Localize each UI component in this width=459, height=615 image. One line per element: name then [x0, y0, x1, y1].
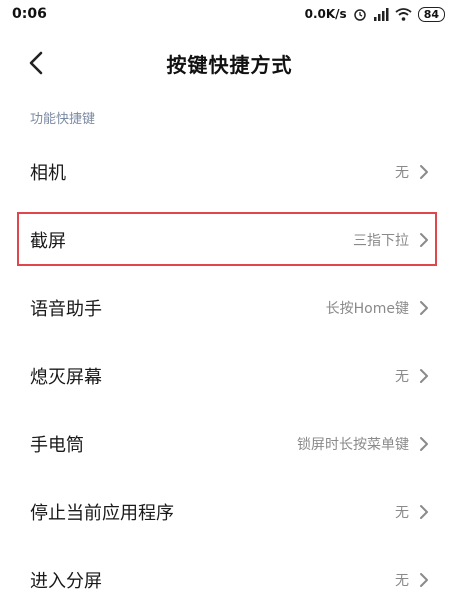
chevron-right-icon [420, 573, 428, 587]
battery-indicator: 84 [417, 6, 445, 22]
section-header: 功能快捷键 [30, 112, 96, 127]
item-value: 锁屏时长按菜单键 [297, 437, 409, 453]
item-value: 无 [395, 573, 409, 589]
chevron-left-icon[interactable] [26, 50, 46, 76]
chevron-right-icon [420, 369, 428, 383]
list-item-voice-assistant[interactable]: 语音助手 长按Home键 [0, 274, 459, 342]
page-title: 按键快捷方式 [166, 52, 293, 77]
shortcut-list: 相机 无 截屏 三指下拉 语音助手 长按Home键 熄灭屏幕 无 手电筒 锁屏时… [0, 138, 459, 614]
item-label: 熄灭屏幕 [30, 367, 102, 388]
list-item-stop-app[interactable]: 停止当前应用程序 无 [0, 478, 459, 546]
item-label: 相机 [30, 163, 66, 184]
chevron-right-icon [420, 233, 428, 247]
alarm-icon [353, 9, 366, 21]
navigation-bar: 按键快捷方式 [0, 38, 459, 88]
item-value: 无 [395, 369, 409, 385]
signal-icon [373, 7, 389, 21]
item-label: 截屏 [30, 231, 66, 252]
status-right: 0.0K/s 84 [304, 6, 445, 22]
network-speed: 0.0K/s [304, 7, 347, 21]
chevron-right-icon [420, 505, 428, 519]
item-label: 停止当前应用程序 [30, 503, 174, 524]
chevron-right-icon [420, 437, 428, 451]
list-item-screenshot[interactable]: 截屏 三指下拉 [0, 206, 459, 274]
item-value: 三指下拉 [353, 233, 409, 249]
list-item-flashlight[interactable]: 手电筒 锁屏时长按菜单键 [0, 410, 459, 478]
status-time: 0:06 [12, 6, 47, 22]
list-item-camera[interactable]: 相机 无 [0, 138, 459, 206]
item-label: 语音助手 [30, 299, 102, 320]
chevron-right-icon [420, 165, 428, 179]
chevron-right-icon [420, 301, 428, 315]
list-item-screen-off[interactable]: 熄灭屏幕 无 [0, 342, 459, 410]
item-value: 无 [395, 505, 409, 521]
item-label: 手电筒 [30, 435, 84, 456]
item-label: 进入分屏 [30, 571, 102, 592]
list-item-split-screen[interactable]: 进入分屏 无 [0, 546, 459, 614]
item-value: 无 [395, 165, 409, 181]
item-value: 长按Home键 [325, 301, 409, 317]
wifi-icon [395, 7, 412, 21]
status-bar: 0:06 0.0K/s 84 [0, 0, 459, 28]
